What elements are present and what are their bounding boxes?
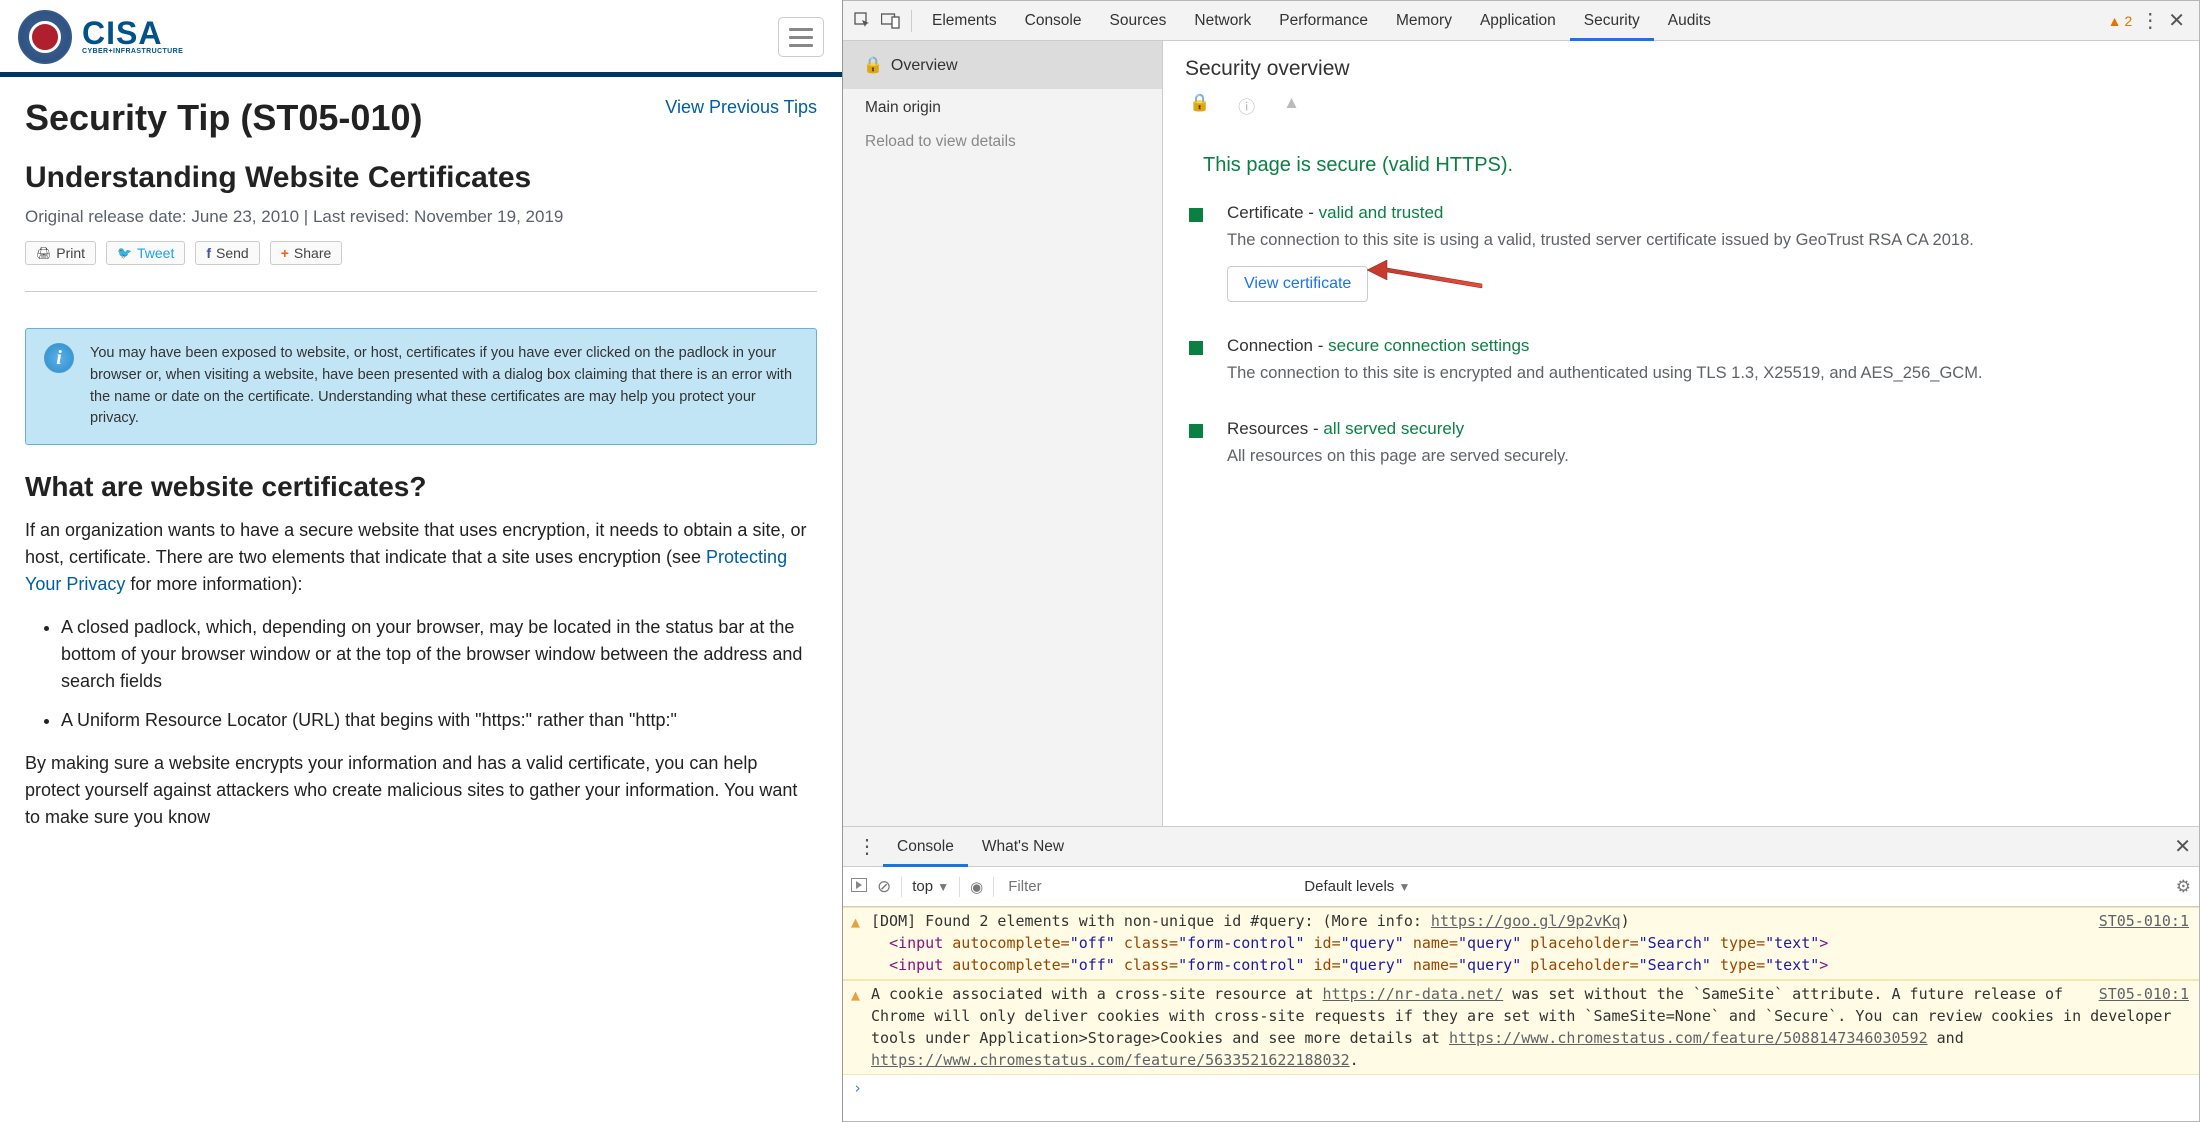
device-toolbar-icon[interactable]: [877, 7, 905, 35]
sidebar-overview[interactable]: 🔒Overview: [843, 41, 1162, 89]
devtools-tabbar: Elements Console Sources Network Perform…: [843, 1, 2199, 41]
security-panel: 🔒Overview Main origin Reload to view det…: [843, 41, 2199, 826]
cisa-logo-text: CISA CYBER+INFRASTRUCTURE: [82, 19, 183, 55]
status-square-icon: [1189, 208, 1203, 222]
body-paragraph: By making sure a website encrypts your i…: [25, 750, 817, 831]
info-box-text: You may have been exposed to website, or…: [90, 345, 792, 426]
devtools-tabs: Elements Console Sources Network Perform…: [918, 2, 2108, 40]
security-overview: Security overview 🔒 ⓘ ▲ This page is sec…: [1163, 41, 2199, 826]
info-box: i You may have been exposed to website, …: [25, 328, 817, 445]
share-buttons: Print Tweet Send Share: [25, 241, 817, 265]
tab-network[interactable]: Network: [1180, 2, 1265, 40]
drawer-tabbar: ⋮ Console What's New ✕: [843, 827, 2199, 867]
resources-block: Resources - all served securely All reso…: [1185, 419, 2177, 468]
console-warning-row: ▲ ST05-010:1 [DOM] Found 2 elements with…: [843, 907, 2199, 980]
tab-console[interactable]: Console: [1011, 2, 1096, 40]
page-subtitle: Understanding Website Certificates: [25, 161, 817, 195]
warning-count-badge[interactable]: ▲ 2: [2108, 13, 2133, 29]
tab-application[interactable]: Application: [1466, 2, 1570, 40]
devtools-drawer: ⋮ Console What's New ✕ ⊘ top ▼ ◉ Default…: [843, 826, 2199, 1121]
console-link[interactable]: https://nr-data.net/: [1323, 985, 1504, 1003]
console-warning-row: ▲ ST05-010:1 A cookie associated with a …: [843, 980, 2199, 1075]
log-source-link[interactable]: ST05-010:1: [2099, 984, 2189, 1006]
view-previous-tips-link[interactable]: View Previous Tips: [665, 97, 817, 118]
print-button[interactable]: Print: [25, 241, 96, 265]
tab-performance[interactable]: Performance: [1265, 2, 1382, 40]
console-filter-input[interactable]: [1004, 874, 1294, 899]
devtools: Elements Console Sources Network Perform…: [843, 0, 2200, 1122]
inspect-element-icon[interactable]: [849, 7, 877, 35]
live-expression-icon[interactable]: ◉: [970, 878, 983, 896]
drawer-tab-whatsnew[interactable]: What's New: [968, 828, 1078, 866]
log-levels-selector[interactable]: Default levels ▼: [1304, 878, 1410, 895]
more-menu-icon[interactable]: ⋮: [2140, 8, 2160, 33]
tab-sources[interactable]: Sources: [1096, 2, 1181, 40]
lock-icon: 🔒: [863, 57, 883, 74]
list-item: A Uniform Resource Locator (URL) that be…: [61, 707, 817, 734]
info-icon: i: [44, 343, 74, 373]
warning-icon: ▲: [1283, 93, 1300, 118]
console-execute-icon[interactable]: [851, 878, 867, 896]
sidebar-reload-hint[interactable]: Reload to view details: [843, 127, 1162, 161]
console-prompt[interactable]: ›: [843, 1075, 2199, 1101]
connection-desc: The connection to this site is encrypted…: [1227, 362, 2177, 385]
lock-icon: 🔒: [1189, 93, 1210, 118]
status-square-icon: [1189, 424, 1203, 438]
console-link[interactable]: https://www.chromestatus.com/feature/563…: [871, 1051, 1350, 1069]
clear-console-icon[interactable]: ⊘: [877, 877, 891, 897]
drawer-close-icon[interactable]: ✕: [2174, 834, 2191, 859]
cisa-page: CISA CYBER+INFRASTRUCTURE Security Tip (…: [0, 0, 843, 1122]
release-date: Original release date: June 23, 2010 | L…: [25, 207, 817, 227]
tab-security[interactable]: Security: [1570, 2, 1654, 40]
info-icon: ⓘ: [1238, 93, 1255, 118]
drawer-more-icon[interactable]: ⋮: [851, 834, 883, 859]
security-status-icons: 🔒 ⓘ ▲: [1185, 93, 2177, 118]
console-output: ▲ ST05-010:1 [DOM] Found 2 elements with…: [843, 907, 2199, 1121]
menu-button[interactable]: [778, 17, 824, 57]
page-title: Security Tip (ST05-010): [25, 97, 422, 139]
warning-icon: ▲: [851, 912, 860, 934]
send-button[interactable]: Send: [195, 241, 259, 265]
divider: [25, 291, 817, 292]
section-heading: What are website certificates?: [25, 471, 817, 503]
certificate-desc: The connection to this site is using a v…: [1227, 229, 2177, 252]
close-devtools-icon[interactable]: ✕: [2168, 8, 2185, 33]
console-toolbar: ⊘ top ▼ ◉ Default levels ▼ ⚙: [843, 867, 2199, 907]
cisa-tagline: CYBER+INFRASTRUCTURE: [82, 48, 183, 55]
connection-block: Connection - secure connection settings …: [1185, 336, 2177, 385]
annotation-arrow: [1367, 254, 1487, 294]
tab-audits[interactable]: Audits: [1654, 2, 1725, 40]
drawer-tab-console[interactable]: Console: [883, 828, 968, 866]
console-settings-icon[interactable]: ⚙: [2176, 877, 2191, 897]
sidebar-main-origin: Main origin: [843, 89, 1162, 127]
console-link[interactable]: https://goo.gl/9p2vKq: [1431, 912, 1621, 930]
share-button[interactable]: Share: [270, 241, 343, 265]
context-selector[interactable]: top ▼: [912, 878, 949, 895]
console-link[interactable]: https://www.chromestatus.com/feature/508…: [1449, 1029, 1928, 1047]
log-source-link[interactable]: ST05-010:1: [2099, 911, 2189, 933]
secure-message: This page is secure (valid HTTPS).: [1185, 154, 2177, 177]
tab-memory[interactable]: Memory: [1382, 2, 1466, 40]
tweet-button[interactable]: Tweet: [106, 241, 185, 265]
security-overview-title: Security overview: [1185, 57, 2177, 81]
cisa-content: Security Tip (ST05-010) View Previous Ti…: [0, 77, 842, 1122]
warning-icon: ▲: [851, 985, 860, 1007]
body-text: If an organization wants to have a secur…: [25, 517, 817, 831]
cisa-wordmark: CISA: [82, 19, 183, 48]
cisa-seal-icon: [18, 10, 72, 64]
cisa-logo[interactable]: CISA CYBER+INFRASTRUCTURE: [18, 10, 183, 64]
cisa-header: CISA CYBER+INFRASTRUCTURE: [0, 0, 842, 77]
resources-desc: All resources on this page are served se…: [1227, 445, 2177, 468]
list-item: A closed padlock, which, depending on yo…: [61, 614, 817, 695]
certificate-block: Certificate - valid and trusted The conn…: [1185, 203, 2177, 302]
status-square-icon: [1189, 341, 1203, 355]
tab-elements[interactable]: Elements: [918, 2, 1011, 40]
security-sidebar: 🔒Overview Main origin Reload to view det…: [843, 41, 1163, 826]
view-certificate-button[interactable]: View certificate: [1227, 266, 1368, 302]
